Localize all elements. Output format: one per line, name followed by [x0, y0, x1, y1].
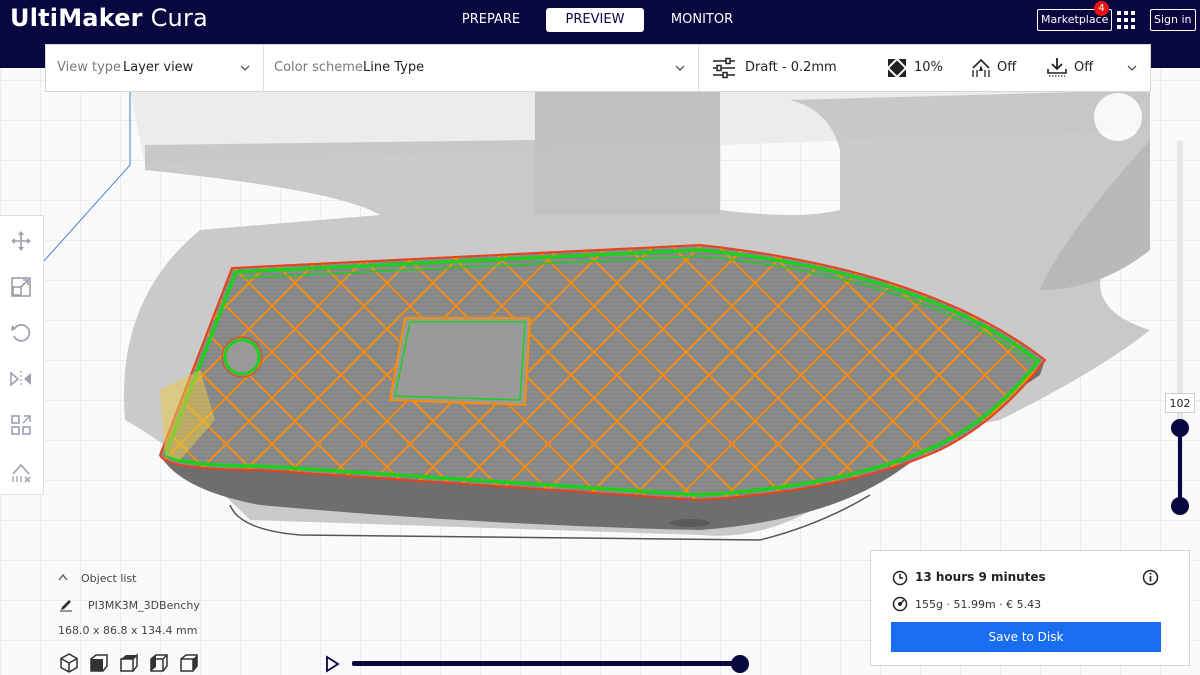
view-settings-bar: View type Layer view Color scheme Line T…	[45, 44, 1151, 92]
layer-number-field[interactable]: 102	[1165, 393, 1195, 413]
front-view-icon[interactable]	[88, 652, 110, 674]
print-info-panel: 13 hours 9 minutes 155g · 51.99m · € 5.4…	[870, 550, 1190, 666]
sliders-icon	[713, 57, 735, 79]
left-view-icon[interactable]	[148, 652, 170, 674]
app-logo: UltiMaker Cura	[10, 4, 208, 32]
pencil-icon[interactable]	[59, 598, 73, 612]
top-view-icon[interactable]	[118, 652, 140, 674]
apps-grid-icon[interactable]	[1116, 10, 1136, 30]
view-type-label: View type	[57, 60, 122, 75]
support-value: Off	[997, 60, 1017, 75]
spool-icon	[892, 596, 908, 612]
tab-preview[interactable]: PREVIEW	[546, 8, 644, 32]
object-list-header[interactable]: Object list	[81, 572, 136, 585]
info-icon[interactable]	[1142, 569, 1159, 586]
color-scheme-label: Color scheme	[274, 60, 363, 75]
3d-view-icon[interactable]	[58, 652, 80, 674]
color-scheme-value: Line Type	[363, 60, 425, 75]
layer-slider-upper-handle[interactable]	[1171, 419, 1189, 437]
adhesion-value: Off	[1074, 60, 1094, 75]
path-slider-handle[interactable]	[731, 655, 749, 673]
path-slider-track[interactable]	[352, 661, 742, 666]
play-icon[interactable]	[324, 655, 340, 673]
support-icon	[972, 58, 990, 77]
object-dimensions: 168.0 x 86.8 x 134.4 mm	[58, 624, 198, 637]
view-type-dropdown[interactable]: View type Layer view	[46, 45, 263, 91]
infill-icon	[887, 58, 907, 78]
mirror-tool-icon[interactable]	[10, 368, 32, 390]
rotate-tool-icon[interactable]	[10, 322, 32, 344]
color-scheme-dropdown[interactable]: Color scheme Line Type	[264, 45, 698, 91]
chevron-down-icon	[675, 65, 685, 71]
save-to-disk-button[interactable]: Save to Disk	[891, 622, 1161, 652]
material-estimate: 155g · 51.99m · € 5.43	[915, 598, 1042, 611]
object-name: PI3MK3M_3DBenchy	[88, 599, 200, 612]
tool-panel	[0, 215, 44, 495]
tab-monitor[interactable]: MONITOR	[653, 8, 751, 32]
chevron-up-icon[interactable]	[58, 573, 68, 581]
view-type-value: Layer view	[123, 60, 194, 75]
adhesion-icon	[1047, 58, 1067, 77]
marketplace-badge: 4	[1094, 1, 1109, 16]
chevron-down-icon	[240, 65, 250, 71]
infill-value: 10%	[914, 60, 943, 75]
signin-button[interactable]: Sign in	[1150, 9, 1196, 31]
per-model-settings-icon[interactable]	[10, 414, 32, 436]
tab-prepare[interactable]: PREPARE	[442, 8, 540, 32]
print-settings-button[interactable]: Draft - 0.2mm 10% Off Off	[699, 45, 1150, 91]
layer-slider-lower-handle[interactable]	[1171, 497, 1189, 515]
right-view-icon[interactable]	[178, 652, 200, 674]
clock-icon	[892, 570, 908, 586]
print-time: 13 hours 9 minutes	[915, 570, 1046, 584]
profile-value: Draft - 0.2mm	[745, 60, 837, 75]
move-tool-icon[interactable]	[10, 230, 32, 252]
chevron-down-icon	[1127, 65, 1137, 71]
layer-slider-range	[1178, 428, 1182, 508]
scale-tool-icon[interactable]	[10, 276, 32, 298]
support-blocker-icon[interactable]	[10, 462, 32, 484]
